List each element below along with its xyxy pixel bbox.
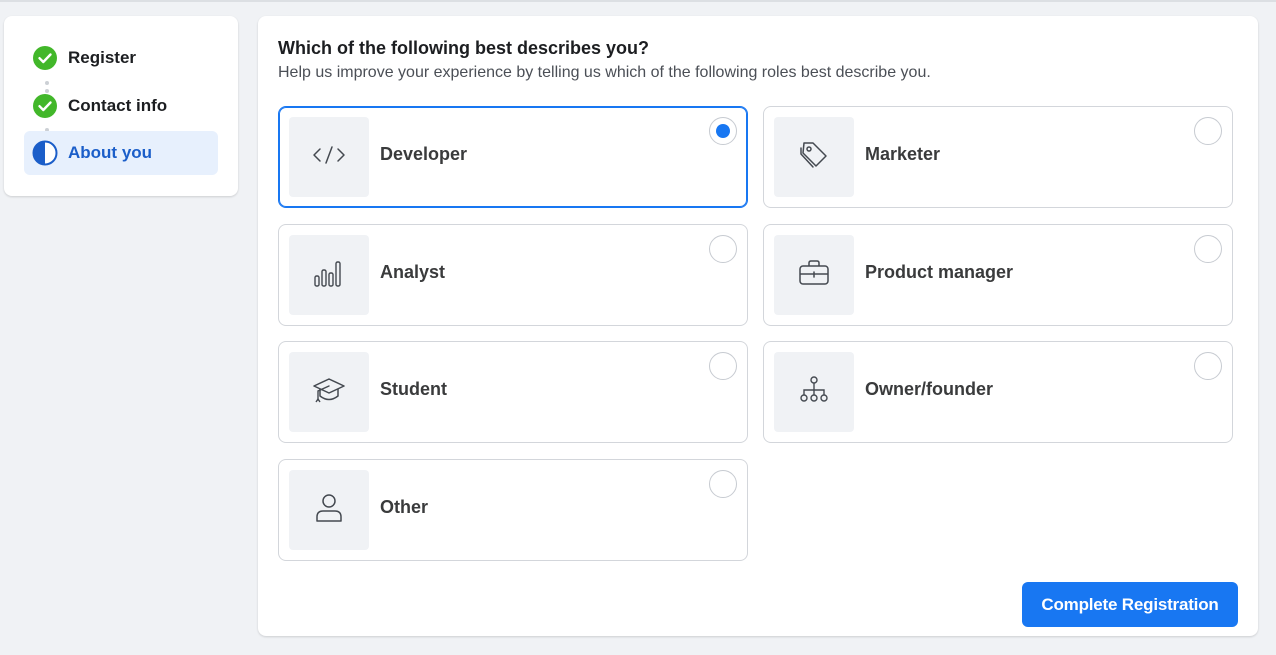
- radio-button[interactable]: [1194, 117, 1222, 145]
- step-about-you[interactable]: About you: [24, 131, 218, 175]
- top-border: [0, 0, 1276, 2]
- radio-button[interactable]: [1194, 352, 1222, 380]
- option-label: Developer: [380, 144, 468, 164]
- option-label: Owner/founder: [865, 379, 994, 399]
- option-product-manager[interactable]: Product manager: [763, 224, 1233, 326]
- option-label: Student: [380, 379, 447, 399]
- code-icon: [312, 144, 346, 171]
- option-marketer[interactable]: Marketer: [763, 106, 1233, 208]
- step-contact-info[interactable]: Contact info: [24, 84, 218, 128]
- option-owner-founder[interactable]: Owner/founder: [763, 341, 1233, 443]
- step-label: Contact info: [68, 96, 168, 115]
- question-subtitle: Help us improve your experience by telli…: [278, 64, 931, 81]
- org-chart-icon: [798, 375, 830, 410]
- radio-button[interactable]: [709, 470, 737, 498]
- option-label: Analyst: [380, 262, 446, 282]
- graduation-cap-icon: [312, 375, 346, 410]
- person-icon: [314, 492, 344, 529]
- step-register[interactable]: Register: [24, 36, 218, 80]
- question-title: Which of the following best describes yo…: [278, 38, 650, 58]
- option-label: Other: [380, 497, 429, 517]
- option-student[interactable]: Student: [278, 341, 748, 443]
- bar-chart-icon: [313, 258, 345, 293]
- step-label: About you: [68, 143, 153, 162]
- half-circle-icon: [32, 140, 58, 166]
- tag-icon: [798, 139, 830, 176]
- complete-registration-button[interactable]: Complete Registration: [1022, 582, 1238, 627]
- role-selection-card: Which of the following best describes yo…: [258, 16, 1258, 636]
- radio-selected-dot: [716, 124, 730, 138]
- option-label: Marketer: [865, 144, 941, 164]
- option-other[interactable]: Other: [278, 459, 748, 561]
- radio-button[interactable]: [1194, 235, 1222, 263]
- check-circle-icon: [32, 93, 58, 119]
- registration-steps: Register Contact info About you: [4, 16, 238, 196]
- step-label: Register: [68, 48, 137, 67]
- radio-button[interactable]: [709, 117, 737, 145]
- option-analyst[interactable]: Analyst: [278, 224, 748, 326]
- option-label: Product manager: [865, 262, 1014, 282]
- radio-button[interactable]: [709, 352, 737, 380]
- check-circle-icon: [32, 45, 58, 71]
- option-developer[interactable]: Developer: [278, 106, 748, 208]
- briefcase-icon: [798, 259, 830, 292]
- radio-button[interactable]: [709, 235, 737, 263]
